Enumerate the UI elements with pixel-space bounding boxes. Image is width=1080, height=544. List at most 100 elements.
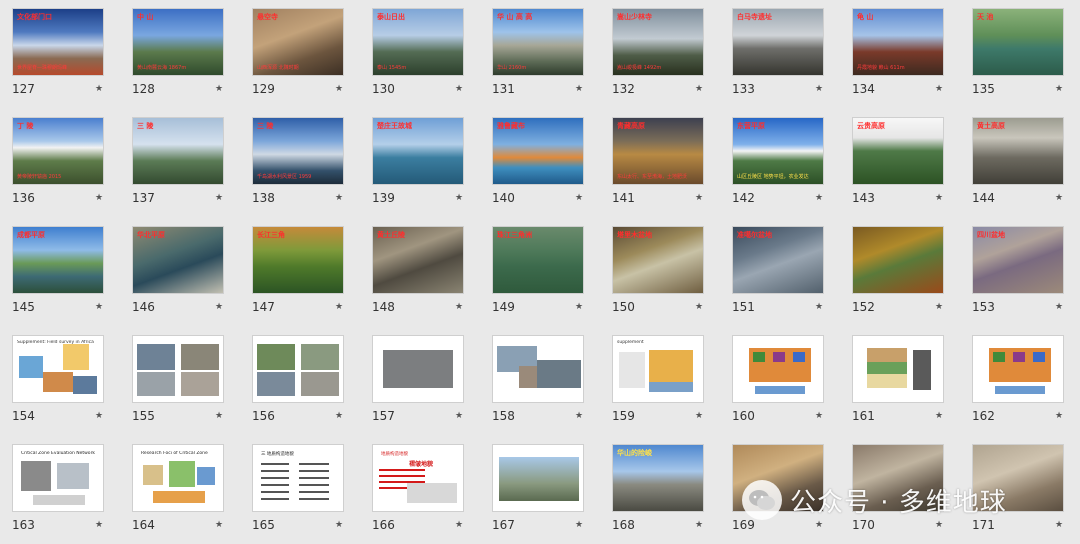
star-icon[interactable]: ★ bbox=[215, 193, 223, 203]
slide-thumbnail[interactable]: 华 山 高 高华山 2160m 131 ★ bbox=[480, 0, 600, 108]
slide-preview[interactable]: 华山的险峻 bbox=[612, 444, 704, 512]
slide-preview[interactable] bbox=[972, 335, 1064, 403]
star-icon[interactable]: ★ bbox=[455, 520, 463, 530]
slide-thumbnail[interactable]: 地质构造地貌 褶皱地貌 166 ★ bbox=[360, 436, 480, 544]
slide-preview[interactable]: 雅鲁藏布 bbox=[492, 117, 584, 185]
slide-thumbnail[interactable]: 珠江三角洲 149 ★ bbox=[480, 218, 600, 326]
slide-preview[interactable] bbox=[372, 335, 464, 403]
slide-thumbnail[interactable]: 东营平原 山区丘陵区 地势平坦，农业发达 142 ★ bbox=[720, 109, 840, 217]
slide-thumbnail[interactable]: 悬空寺 山西浑源 北魏时期 129 ★ bbox=[240, 0, 360, 108]
slide-thumbnail[interactable]: 天 池 135 ★ bbox=[960, 0, 1080, 108]
slide-preview[interactable]: 三 陵 bbox=[132, 117, 224, 185]
slide-preview[interactable]: 文化部门口 世界屋脊—珠穆朗玛峰 bbox=[12, 8, 104, 76]
slide-thumbnail[interactable]: Research Foci of Critical Zone 164 ★ bbox=[120, 436, 240, 544]
star-icon[interactable]: ★ bbox=[935, 411, 943, 421]
star-icon[interactable]: ★ bbox=[815, 411, 823, 421]
star-icon[interactable]: ★ bbox=[935, 84, 943, 94]
slide-thumbnail[interactable]: 152 ★ bbox=[840, 218, 960, 326]
slide-thumbnail[interactable]: 167 ★ bbox=[480, 436, 600, 544]
slide-thumbnail[interactable]: 三 陵千岛湖水利风景区 1959 138 ★ bbox=[240, 109, 360, 217]
slide-preview[interactable]: 珠江三角洲 bbox=[492, 226, 584, 294]
star-icon[interactable]: ★ bbox=[575, 411, 583, 421]
slide-thumbnail[interactable]: 华山的险峻 168 ★ bbox=[600, 436, 720, 544]
slide-preview[interactable] bbox=[492, 335, 584, 403]
star-icon[interactable]: ★ bbox=[1055, 193, 1063, 203]
star-icon[interactable]: ★ bbox=[215, 520, 223, 530]
slide-preview[interactable]: 黄土高原 bbox=[972, 117, 1064, 185]
slide-preview[interactable]: 嵩山少林寺 嵩山峻极峰 1492m bbox=[612, 8, 704, 76]
slide-thumbnail[interactable]: 三 地质构造地貌 165 ★ bbox=[240, 436, 360, 544]
slide-preview[interactable]: 长江三角 bbox=[252, 226, 344, 294]
slide-preview[interactable]: Supplement: Field survey in Africa bbox=[12, 335, 104, 403]
slide-preview[interactable] bbox=[492, 444, 584, 512]
slide-preview[interactable]: supplement bbox=[612, 335, 704, 403]
slide-thumbnail[interactable]: Critical Zone Evaluation Network 163 ★ bbox=[0, 436, 120, 544]
star-icon[interactable]: ★ bbox=[695, 302, 703, 312]
slide-preview[interactable] bbox=[732, 335, 824, 403]
star-icon[interactable]: ★ bbox=[815, 84, 823, 94]
star-icon[interactable]: ★ bbox=[935, 193, 943, 203]
slide-thumbnail[interactable]: 黄土高原 144 ★ bbox=[960, 109, 1080, 217]
slide-preview[interactable]: 三 地质构造地貌 bbox=[252, 444, 344, 512]
star-icon[interactable]: ★ bbox=[95, 84, 103, 94]
slide-thumbnail[interactable]: 准噶尔盆地 151 ★ bbox=[720, 218, 840, 326]
slide-preview[interactable]: 华 山 高 高华山 2160m bbox=[492, 8, 584, 76]
star-icon[interactable]: ★ bbox=[575, 84, 583, 94]
slide-thumbnail[interactable]: 雅鲁藏布 140 ★ bbox=[480, 109, 600, 217]
slide-preview[interactable]: 中 山黄山南麓云海 1867m bbox=[132, 8, 224, 76]
slide-preview[interactable]: 三 陵千岛湖水利风景区 1959 bbox=[252, 117, 344, 185]
star-icon[interactable]: ★ bbox=[695, 193, 703, 203]
slide-preview[interactable]: 华北平原 bbox=[132, 226, 224, 294]
star-icon[interactable]: ★ bbox=[935, 302, 943, 312]
slide-preview[interactable] bbox=[852, 335, 944, 403]
star-icon[interactable]: ★ bbox=[575, 193, 583, 203]
star-icon[interactable]: ★ bbox=[815, 302, 823, 312]
slide-preview[interactable]: 塔里木盆地 bbox=[612, 226, 704, 294]
slide-thumbnail[interactable]: supplement 159 ★ bbox=[600, 327, 720, 435]
star-icon[interactable]: ★ bbox=[95, 193, 103, 203]
slide-preview[interactable] bbox=[852, 226, 944, 294]
slide-thumbnail[interactable]: 泰山日出 泰山 1545m 130 ★ bbox=[360, 0, 480, 108]
slide-thumbnail[interactable]: 龟 山丹霞地貌 赖山 611m 134 ★ bbox=[840, 0, 960, 108]
slide-preview[interactable]: 东营平原 山区丘陵区 地势平坦，农业发达 bbox=[732, 117, 824, 185]
star-icon[interactable]: ★ bbox=[335, 302, 343, 312]
slide-preview[interactable] bbox=[132, 335, 224, 403]
slide-preview[interactable]: 白马寺遗址 bbox=[732, 8, 824, 76]
slide-preview[interactable]: 悬空寺 山西浑源 北魏时期 bbox=[252, 8, 344, 76]
star-icon[interactable]: ★ bbox=[695, 520, 703, 530]
star-icon[interactable]: ★ bbox=[1055, 302, 1063, 312]
star-icon[interactable]: ★ bbox=[455, 84, 463, 94]
star-icon[interactable]: ★ bbox=[1055, 84, 1063, 94]
slide-thumbnail[interactable]: 黄土丘陵 148 ★ bbox=[360, 218, 480, 326]
slide-preview[interactable]: 龟 山丹霞地貌 赖山 611m bbox=[852, 8, 944, 76]
slide-thumbnail[interactable]: 白马寺遗址 133 ★ bbox=[720, 0, 840, 108]
slide-thumbnail[interactable]: 云贵高原 143 ★ bbox=[840, 109, 960, 217]
star-icon[interactable]: ★ bbox=[335, 193, 343, 203]
star-icon[interactable]: ★ bbox=[335, 520, 343, 530]
slide-thumbnail[interactable]: 华北平原 146 ★ bbox=[120, 218, 240, 326]
star-icon[interactable]: ★ bbox=[455, 193, 463, 203]
slide-thumbnail[interactable]: Supplement: Field survey in Africa 154 ★ bbox=[0, 327, 120, 435]
star-icon[interactable]: ★ bbox=[335, 411, 343, 421]
slide-thumbnail[interactable]: 丁 陵黄帝陵轩辕庙 2015 136 ★ bbox=[0, 109, 120, 217]
slide-thumbnail[interactable]: 楚庄王故城 139 ★ bbox=[360, 109, 480, 217]
star-icon[interactable]: ★ bbox=[455, 411, 463, 421]
slide-preview[interactable]: 泰山日出 泰山 1545m bbox=[372, 8, 464, 76]
star-icon[interactable]: ★ bbox=[815, 193, 823, 203]
star-icon[interactable]: ★ bbox=[215, 84, 223, 94]
star-icon[interactable]: ★ bbox=[215, 411, 223, 421]
slide-thumbnail[interactable]: 成都平原 145 ★ bbox=[0, 218, 120, 326]
slide-preview[interactable]: 地质构造地貌 褶皱地貌 bbox=[372, 444, 464, 512]
slide-preview[interactable]: 楚庄王故城 bbox=[372, 117, 464, 185]
slide-thumbnail[interactable]: 文化部门口 世界屋脊—珠穆朗玛峰 127 ★ bbox=[0, 0, 120, 108]
slide-thumbnail[interactable]: 157 ★ bbox=[360, 327, 480, 435]
star-icon[interactable]: ★ bbox=[1055, 411, 1063, 421]
slide-preview[interactable]: 丁 陵黄帝陵轩辕庙 2015 bbox=[12, 117, 104, 185]
slide-thumbnail[interactable]: 155 ★ bbox=[120, 327, 240, 435]
slide-thumbnail[interactable]: 161 ★ bbox=[840, 327, 960, 435]
slide-thumbnail[interactable]: 162 ★ bbox=[960, 327, 1080, 435]
slide-preview[interactable]: 成都平原 bbox=[12, 226, 104, 294]
slide-thumbnail[interactable]: 160 ★ bbox=[720, 327, 840, 435]
star-icon[interactable]: ★ bbox=[95, 520, 103, 530]
star-icon[interactable]: ★ bbox=[215, 302, 223, 312]
